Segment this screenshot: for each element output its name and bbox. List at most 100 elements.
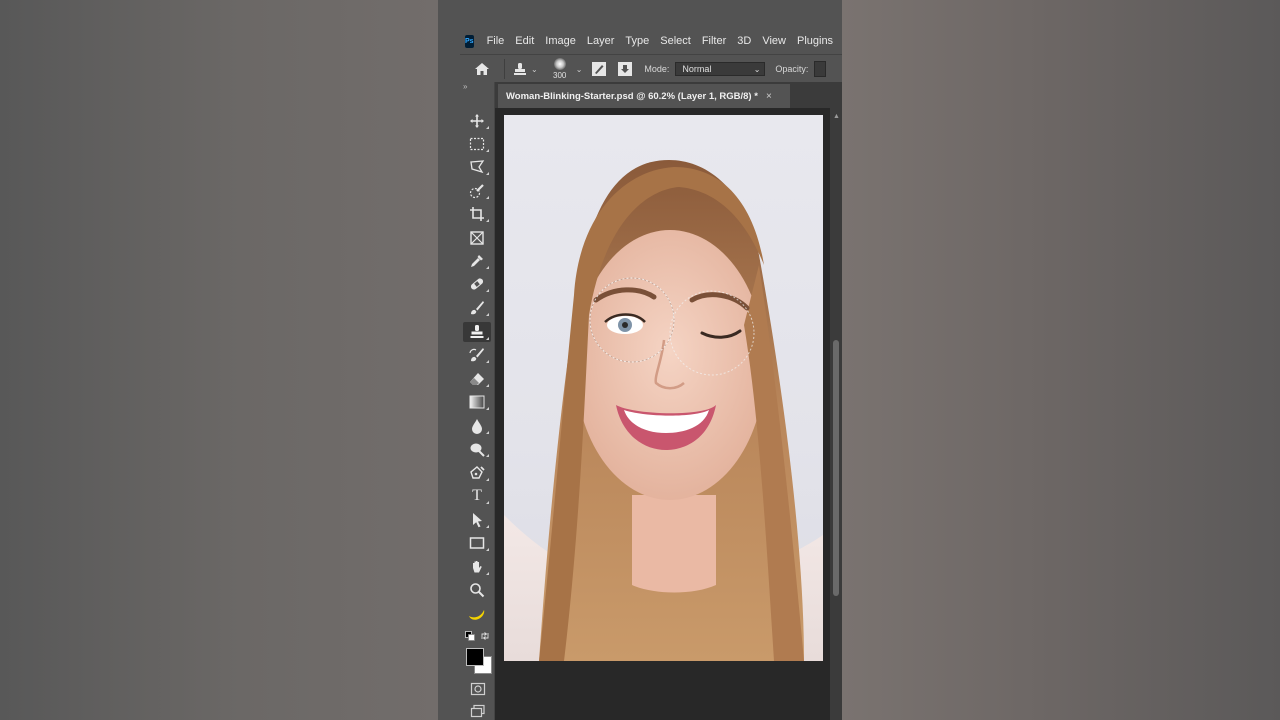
move-icon xyxy=(470,114,484,128)
healing-brush-tool[interactable] xyxy=(463,274,491,294)
mode-label: Mode: xyxy=(644,64,670,74)
toggle-brush-settings-button[interactable] xyxy=(590,60,608,78)
drop-icon xyxy=(472,419,482,434)
options-separator xyxy=(504,59,505,79)
quick-selection-icon xyxy=(469,184,484,199)
brush-settings-icon xyxy=(592,62,607,76)
quick-mask-icon[interactable] xyxy=(470,682,486,696)
blurred-background-right xyxy=(842,0,1280,720)
brush-preset-picker[interactable]: 300 xyxy=(548,58,572,80)
photoshop-logo: Ps xyxy=(465,34,474,48)
tool-flyout-indicator xyxy=(486,525,489,528)
document-tab[interactable]: Woman-Blinking-Starter.psd @ 60.2% (Laye… xyxy=(498,84,790,108)
brush-size-value: 300 xyxy=(553,71,567,80)
menu-image[interactable]: Image xyxy=(545,35,576,47)
dodge-tool[interactable] xyxy=(463,439,491,459)
hand-tool[interactable] xyxy=(463,557,491,577)
bandage-icon xyxy=(470,278,484,290)
tool-flyout-indicator xyxy=(486,266,489,269)
eyedropper-tool[interactable] xyxy=(463,251,491,271)
screen-mode-icon[interactable] xyxy=(470,704,486,718)
woman-portrait-image xyxy=(504,160,823,661)
tools-panel: » T xyxy=(460,82,495,720)
crop-icon xyxy=(470,207,484,221)
home-icon xyxy=(475,63,489,75)
stamp-icon xyxy=(514,63,526,75)
toggle-clone-source-button[interactable] xyxy=(616,60,634,78)
brush-icon xyxy=(471,301,484,315)
menu-type[interactable]: Type xyxy=(625,35,649,47)
tool-preset-picker[interactable]: ⌄ xyxy=(513,62,538,76)
menu-layer[interactable]: Layer xyxy=(587,35,615,47)
scrollbar-thumb[interactable] xyxy=(833,340,839,596)
chevron-down-icon: ⌄ xyxy=(753,64,761,74)
blur-tool[interactable] xyxy=(463,416,491,436)
history-brush-tool[interactable] xyxy=(463,345,491,365)
collapse-panel-icon[interactable]: » xyxy=(463,82,467,91)
rectangle-icon xyxy=(469,537,485,549)
tool-flyout-indicator xyxy=(486,407,489,410)
quick-selection-tool[interactable] xyxy=(463,181,491,201)
close-icon[interactable]: × xyxy=(766,91,772,102)
history-brush-icon xyxy=(469,348,484,362)
document-title: Woman-Blinking-Starter.psd @ 60.2% (Laye… xyxy=(506,90,758,102)
gradient-tool[interactable] xyxy=(463,392,491,412)
scroll-up-icon[interactable]: ▲ xyxy=(833,113,840,120)
clone-source-icon xyxy=(618,62,633,76)
menu-file[interactable]: File xyxy=(487,35,505,47)
color-swatches xyxy=(466,630,496,674)
menu-view[interactable]: View xyxy=(762,35,786,47)
tool-flyout-indicator xyxy=(486,149,489,152)
zoom-tool[interactable] xyxy=(463,580,491,600)
polygonal-lasso-icon xyxy=(470,160,485,174)
tool-flyout-indicator xyxy=(486,384,489,387)
rectangle-tool[interactable] xyxy=(463,533,491,553)
tool-flyout-indicator xyxy=(486,360,489,363)
vertical-scrollbar[interactable]: ▲ xyxy=(830,108,842,720)
pen-tool[interactable] xyxy=(463,463,491,483)
lasso-tool[interactable] xyxy=(463,157,491,177)
rectangular-marquee-icon xyxy=(469,137,485,151)
menu-filter[interactable]: Filter xyxy=(702,35,726,47)
crop-tool[interactable] xyxy=(463,204,491,224)
eyedropper-icon xyxy=(471,255,483,267)
mode-dropdown[interactable]: Normal ⌄ xyxy=(675,62,766,76)
tool-flyout-indicator xyxy=(486,126,489,129)
tool-flyout-indicator xyxy=(486,337,489,340)
frame-tool[interactable] xyxy=(463,228,491,248)
tool-flyout-indicator xyxy=(486,478,489,481)
photoshop-window: Ps File Edit Image Layer Type Select Fil… xyxy=(438,0,842,720)
home-button[interactable] xyxy=(468,58,496,80)
brush-tool[interactable] xyxy=(463,298,491,318)
eraser-icon xyxy=(470,373,484,385)
options-bar: ⌄ 300 ⌄ Mode: Normal ⌄ Opacity: xyxy=(460,54,842,83)
clone-stamp-tool[interactable] xyxy=(463,322,491,342)
document-tab-bar: Woman-Blinking-Starter.psd @ 60.2% (Laye… xyxy=(495,82,842,108)
magnifier-icon xyxy=(470,583,485,598)
menu-select[interactable]: Select xyxy=(660,35,691,47)
marquee-tool[interactable] xyxy=(463,134,491,154)
chevron-down-icon: ⌄ xyxy=(531,64,538,74)
tool-flyout-indicator xyxy=(486,219,489,222)
opacity-input[interactable] xyxy=(814,61,827,77)
type-icon: T xyxy=(472,487,482,504)
menu-3d[interactable]: 3D xyxy=(737,35,751,47)
document-canvas-image[interactable] xyxy=(504,115,823,661)
stamp-icon xyxy=(470,325,484,338)
brush-chevron-icon[interactable]: ⌄ xyxy=(576,65,583,74)
gradient-icon xyxy=(469,395,485,409)
path-selection-tool[interactable] xyxy=(463,510,491,530)
banana-icon xyxy=(469,610,485,620)
move-tool[interactable] xyxy=(463,111,491,131)
banana-tool[interactable] xyxy=(463,604,491,624)
tool-flyout-indicator xyxy=(486,172,489,175)
frame-icon xyxy=(470,231,484,245)
menu-edit[interactable]: Edit xyxy=(515,35,534,47)
type-tool[interactable]: T xyxy=(463,486,491,506)
tool-flyout-indicator xyxy=(486,572,489,575)
foreground-color-swatch[interactable] xyxy=(466,648,484,666)
opacity-label: Opacity: xyxy=(775,64,809,74)
pen-icon xyxy=(470,466,485,479)
eraser-tool[interactable] xyxy=(463,369,491,389)
menu-plugins[interactable]: Plugins xyxy=(797,35,833,47)
